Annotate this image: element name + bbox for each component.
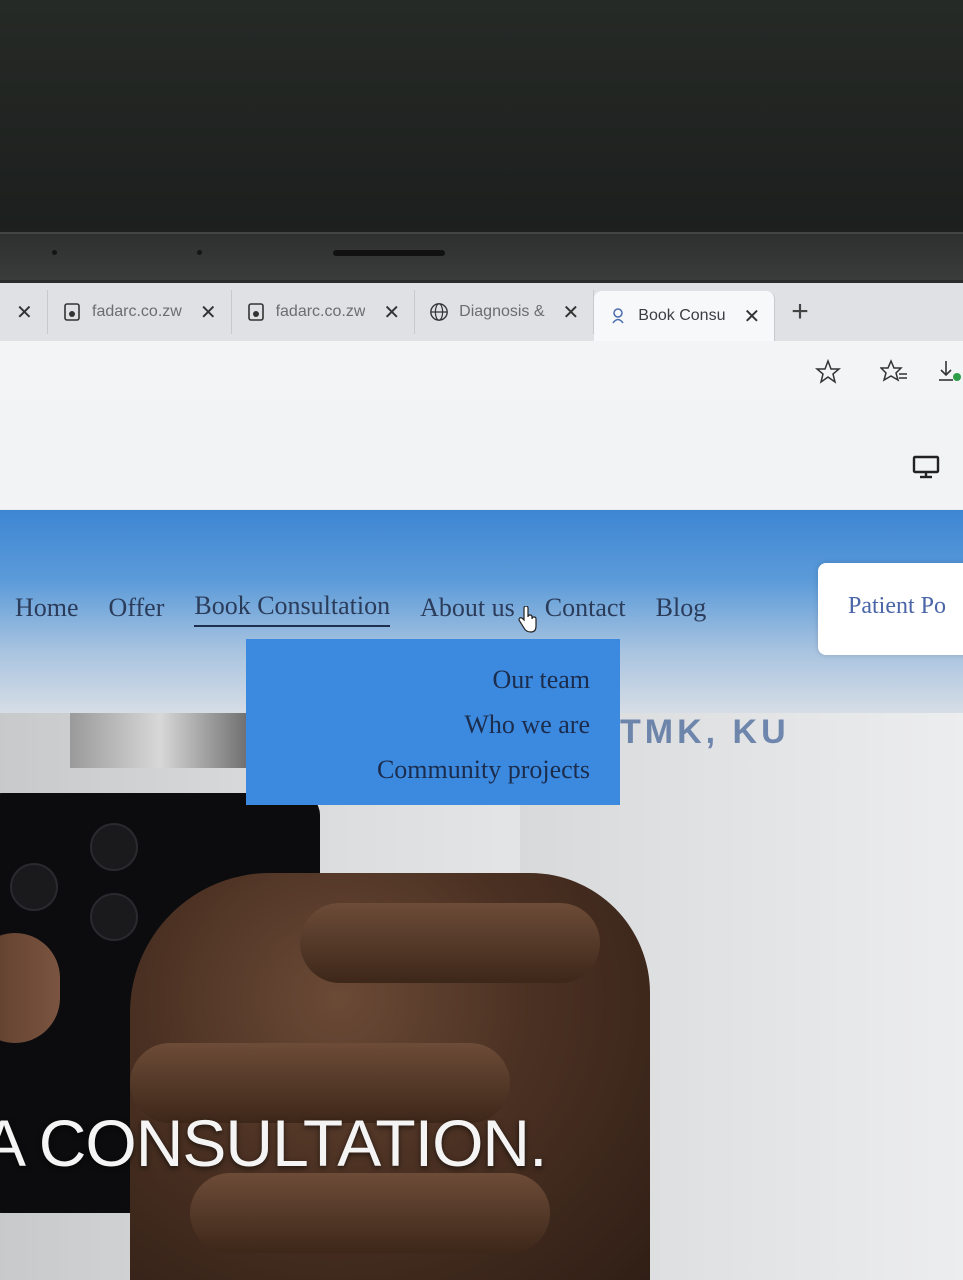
nav-home[interactable]: Home: [15, 593, 79, 627]
close-icon[interactable]: ✕: [200, 300, 217, 325]
page-top-area: [0, 401, 963, 509]
star-icon[interactable]: [814, 358, 842, 392]
tab-strip: ✕ fadarc.co.zw ✕ fadarc.co.zw ✕ Diagnosi…: [0, 283, 963, 341]
hand: [130, 873, 650, 1280]
camera-lens: [10, 863, 58, 911]
patient-portal-button[interactable]: Patient Po: [818, 563, 963, 655]
globe-icon: [429, 302, 449, 322]
tab-partial[interactable]: ✕: [0, 290, 48, 334]
bezel-slot: [333, 250, 445, 256]
nav-about-us[interactable]: About us: [420, 593, 515, 627]
main-nav: Home Offer Book Consultation About us Co…: [0, 591, 721, 627]
tab-book-consultation[interactable]: Book Consu ✕: [594, 291, 776, 341]
document-icon: [246, 302, 266, 322]
hero-logo-text: TMK, KU: [620, 713, 790, 751]
dropdown-our-team[interactable]: Our team: [246, 657, 590, 702]
new-tab-button[interactable]: +: [791, 295, 809, 329]
favorites-icon[interactable]: [879, 359, 908, 392]
nav-blog[interactable]: Blog: [656, 593, 707, 627]
screen: ✕ fadarc.co.zw ✕ fadarc.co.zw ✕ Diagnosi…: [0, 283, 963, 1280]
bezel-dot: [197, 250, 202, 255]
tab-label: Diagnosis &: [459, 303, 545, 320]
finger: [300, 903, 600, 983]
tab-label: fadarc.co.zw: [275, 303, 366, 320]
bezel-dot: [52, 250, 57, 255]
about-us-dropdown: Our team Who we are Community projects: [246, 639, 620, 805]
download-icon[interactable]: [936, 359, 962, 392]
bezel-lip: [0, 232, 963, 280]
nav-contact[interactable]: Contact: [545, 593, 626, 627]
dropdown-community-projects[interactable]: Community projects: [246, 747, 590, 792]
hand-cursor-icon: [516, 605, 538, 634]
tab-fadarc-2[interactable]: fadarc.co.zw ✕: [232, 290, 416, 334]
close-icon[interactable]: ✕: [563, 300, 580, 325]
document-icon: [62, 302, 82, 322]
close-icon[interactable]: ✕: [383, 300, 400, 325]
tab-label: Book Consu: [638, 307, 726, 324]
patient-portal-label: Patient Po: [848, 593, 947, 619]
close-icon[interactable]: ✕: [743, 304, 760, 329]
tab-diagnosis[interactable]: Diagnosis & ✕: [415, 290, 595, 334]
nav-book-consultation[interactable]: Book Consultation: [194, 591, 391, 627]
monitor-icon[interactable]: [912, 455, 940, 479]
finger: [190, 1173, 550, 1253]
camera-lens: [90, 893, 138, 941]
tab-fadarc-1[interactable]: fadarc.co.zw ✕: [48, 290, 232, 334]
background-strip: [70, 713, 250, 768]
nav-offer[interactable]: Offer: [109, 593, 165, 627]
close-icon[interactable]: ✕: [16, 300, 33, 325]
site-favicon-icon: [608, 306, 628, 326]
dropdown-who-we-are[interactable]: Who we are: [246, 702, 590, 747]
hero-title: A CONSULTATION.: [0, 1106, 547, 1180]
camera-lens: [90, 823, 138, 871]
tab-label: fadarc.co.zw: [92, 303, 182, 320]
